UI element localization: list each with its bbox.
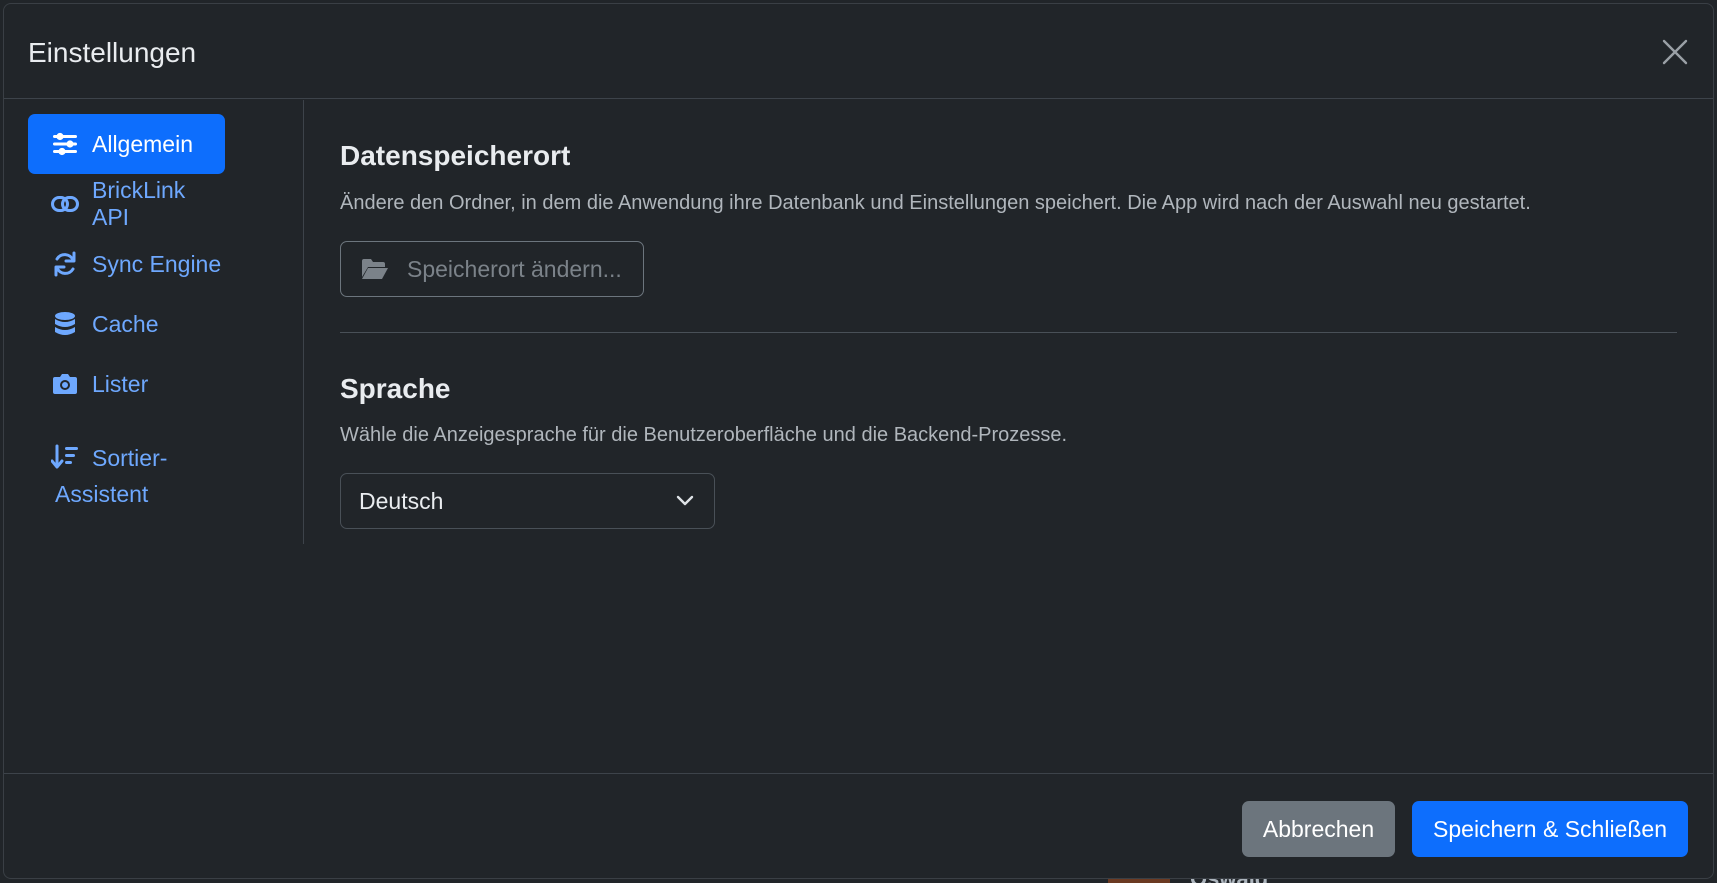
folder-open-icon bbox=[362, 259, 388, 279]
language-section-description: Wähle die Anzeigesprache für die Benutze… bbox=[340, 424, 1068, 446]
database-icon bbox=[50, 311, 80, 337]
sidebar-item-sync-engine[interactable]: Sync Engine bbox=[28, 244, 225, 284]
storage-section-description: Ändere den Ordner, in dem die Anwendung … bbox=[340, 192, 1531, 214]
save-and-close-button[interactable]: Speichern & Schließen bbox=[1412, 801, 1688, 857]
camera-icon bbox=[50, 373, 80, 395]
change-storage-label: Speicherort ändern... bbox=[407, 255, 622, 282]
close-icon bbox=[1662, 39, 1688, 65]
modal-title: Einstellungen bbox=[28, 37, 197, 68]
chevron-down-icon bbox=[676, 495, 694, 506]
modal-footer: Abbrechen Speichern & Schließen bbox=[4, 773, 1713, 878]
sidebar-item-allgemein[interactable]: Allgemein bbox=[28, 114, 225, 174]
cancel-button[interactable]: Abbrechen bbox=[1242, 801, 1395, 857]
settings-sidebar: Allgemein BrickLink API Sync Engine Cach… bbox=[4, 100, 304, 544]
language-section-title: Sprache bbox=[340, 373, 451, 404]
sort-icon bbox=[50, 444, 80, 470]
storage-section-title: Datenspeicherort bbox=[340, 140, 571, 171]
sidebar-item-cache[interactable]: Cache bbox=[28, 304, 225, 344]
section-divider bbox=[340, 332, 1677, 333]
change-storage-button[interactable]: Speicherort ändern... bbox=[340, 241, 644, 297]
sync-icon bbox=[50, 251, 80, 277]
sidebar-item-label-line2[interactable]: Assistent bbox=[55, 476, 148, 512]
modal-header: Einstellungen bbox=[4, 4, 1713, 99]
language-selected-value: Deutsch bbox=[359, 487, 444, 514]
sidebar-item-label: Lister bbox=[92, 370, 149, 397]
sidebar-item-bricklink-api[interactable]: BrickLink API bbox=[28, 177, 225, 230]
sidebar-item-label: Cache bbox=[92, 310, 159, 337]
sidebar-item-label: BrickLink API bbox=[92, 177, 186, 230]
sidebar-item-lister[interactable]: Lister bbox=[28, 364, 225, 404]
language-select[interactable]: Deutsch bbox=[340, 473, 715, 529]
sliders-icon bbox=[50, 132, 80, 156]
sidebar-item-label: Sync Engine bbox=[92, 250, 222, 277]
sidebar-item-label-line1: Sortier- bbox=[92, 445, 168, 471]
link-icon bbox=[50, 194, 80, 214]
sidebar-item-label: Allgemein bbox=[92, 130, 193, 157]
close-button[interactable] bbox=[1657, 34, 1693, 70]
sidebar-item-label: Sortier- bbox=[92, 440, 167, 476]
settings-modal: Einstellungen Allgemein BrickLink API Sy… bbox=[3, 3, 1714, 879]
